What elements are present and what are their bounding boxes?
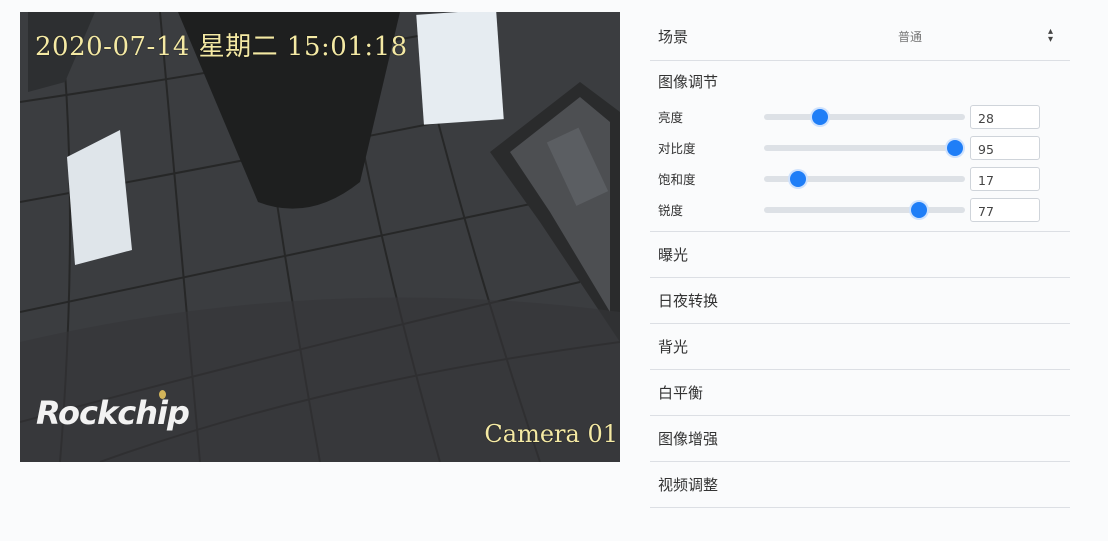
osd-camera-name: Camera 01 bbox=[484, 420, 618, 448]
section-day-night[interactable]: 日夜转换 bbox=[650, 278, 1070, 324]
section-backlight[interactable]: 背光 bbox=[650, 324, 1070, 370]
sharpness-slider[interactable] bbox=[764, 201, 965, 218]
slider-row-brightness: 亮度 bbox=[650, 101, 1070, 132]
section-image-adjust: 图像调节 亮度 对比度 饱和度 锐度 bbox=[650, 61, 1070, 232]
contrast-label: 对比度 bbox=[658, 141, 696, 156]
saturation-slider-thumb[interactable] bbox=[790, 170, 807, 187]
saturation-label: 饱和度 bbox=[658, 172, 696, 187]
saturation-slider[interactable] bbox=[764, 170, 965, 187]
video-preview: 2020-07-14 星期二 15:01:18 Rockchip Camera … bbox=[20, 12, 620, 462]
rockchip-logo: Rockchip bbox=[36, 394, 190, 432]
brightness-input[interactable] bbox=[970, 104, 1040, 129]
sharpness-label: 锐度 bbox=[658, 203, 684, 218]
contrast-input[interactable] bbox=[970, 135, 1040, 160]
sharpness-slider-thumb[interactable] bbox=[910, 201, 927, 218]
contrast-slider[interactable] bbox=[764, 139, 965, 156]
osd-timestamp: 2020-07-14 星期二 15:01:18 bbox=[35, 32, 408, 62]
section-white-balance[interactable]: 白平衡 bbox=[650, 370, 1070, 416]
section-exposure[interactable]: 曝光 bbox=[650, 232, 1070, 278]
slider-row-saturation: 饱和度 bbox=[650, 163, 1070, 194]
section-video-adjust[interactable]: 视频调整 bbox=[650, 462, 1070, 508]
scene-row: 场景 普通 ▴ ▾ bbox=[650, 12, 1070, 61]
contrast-slider-thumb[interactable] bbox=[946, 139, 963, 156]
section-image-enhance[interactable]: 图像增强 bbox=[650, 416, 1070, 462]
saturation-input[interactable] bbox=[970, 166, 1040, 191]
scene-label: 场景 bbox=[658, 27, 689, 46]
scene-select[interactable]: 普通 ▴ ▾ bbox=[898, 26, 1053, 45]
slider-row-sharpness: 锐度 bbox=[650, 194, 1070, 225]
sharpness-input[interactable] bbox=[970, 197, 1040, 222]
brightness-label: 亮度 bbox=[658, 110, 684, 125]
brightness-slider-thumb[interactable] bbox=[812, 108, 829, 125]
image-settings-panel: 场景 普通 ▴▾ 图像调节 亮度 对比度 饱和度 锐度 曝光 日夜转换 bbox=[650, 12, 1070, 508]
scene-select-value: 普通 bbox=[898, 29, 923, 44]
sort-caret-icon: ▴ ▾ bbox=[1047, 26, 1053, 45]
section-image-adjust-title[interactable]: 图像调节 bbox=[650, 61, 1070, 101]
brightness-slider[interactable] bbox=[764, 108, 965, 125]
slider-row-contrast: 对比度 bbox=[650, 132, 1070, 163]
